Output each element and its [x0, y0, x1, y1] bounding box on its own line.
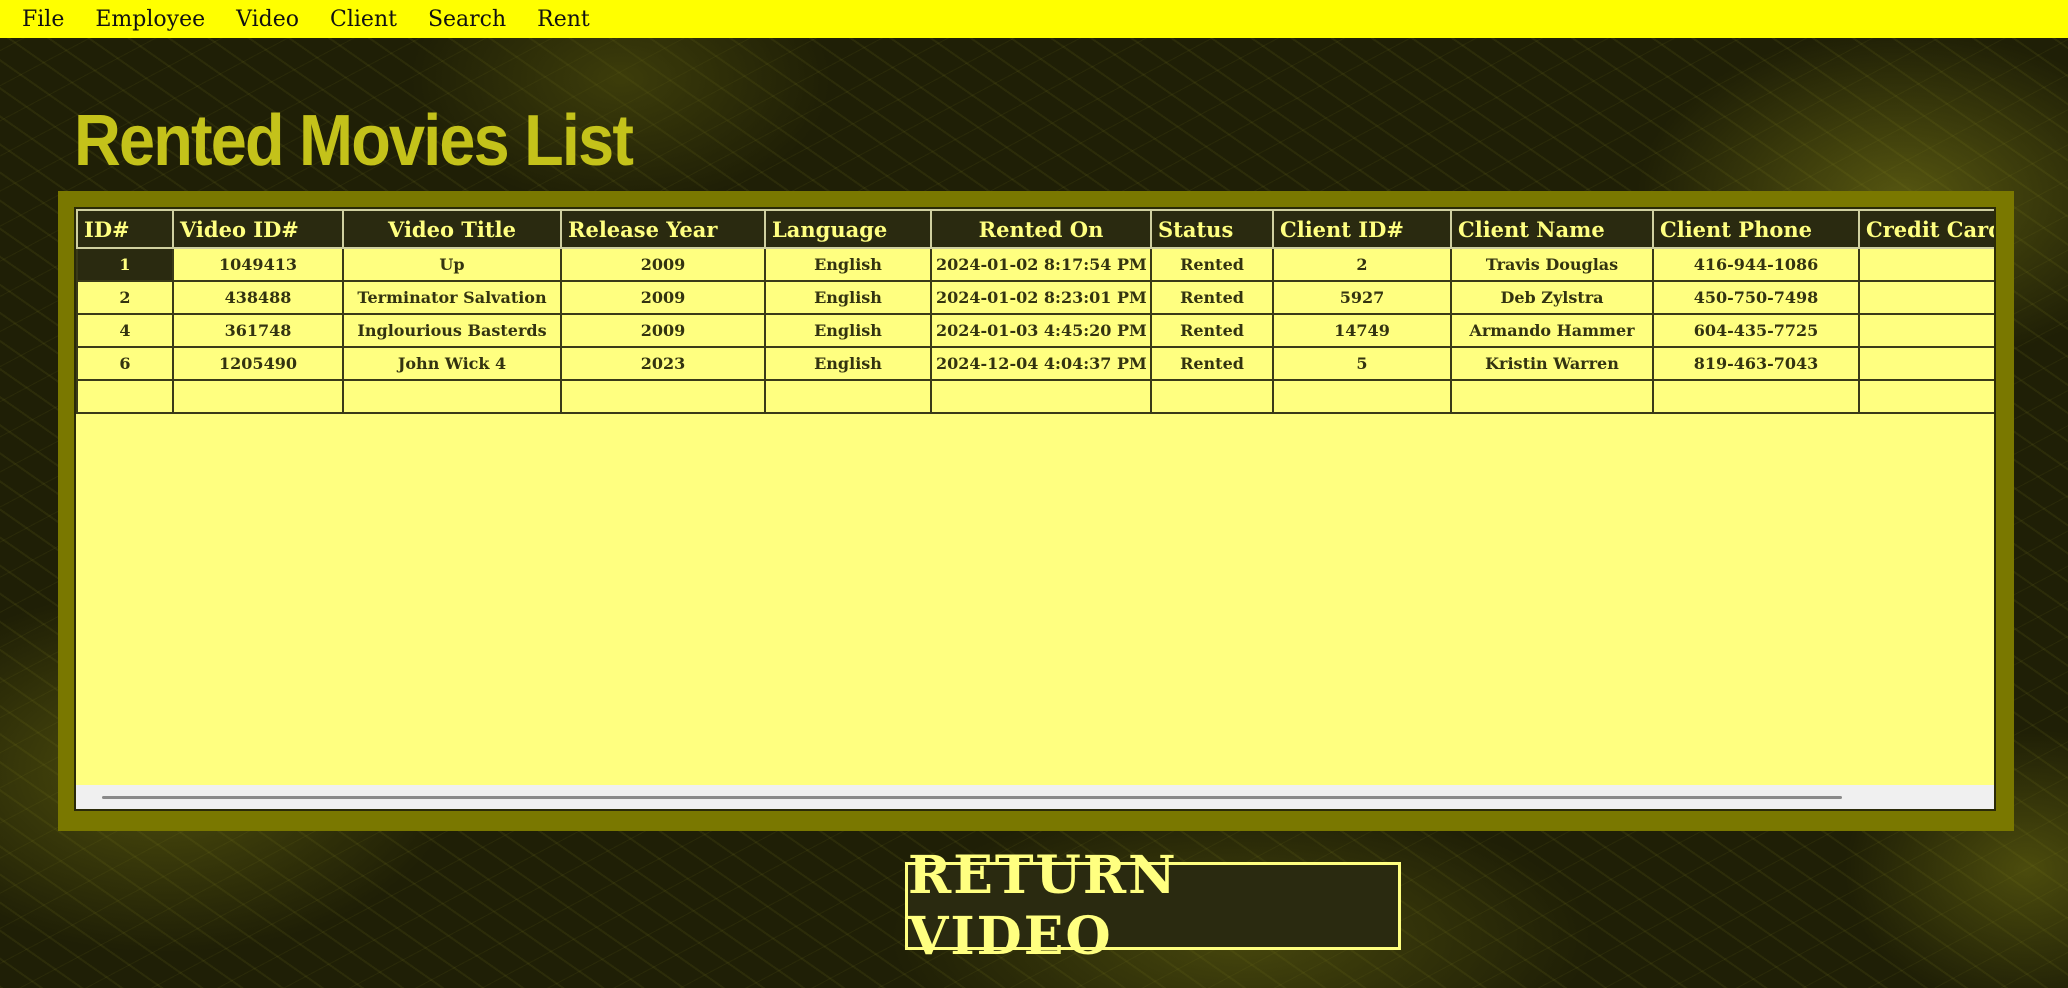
table-cell[interactable] — [342, 379, 562, 414]
menu-search[interactable]: Search — [428, 7, 522, 32]
table-cell[interactable] — [560, 379, 766, 414]
table-cell[interactable]: Travis Douglas — [1450, 247, 1654, 282]
table-cell[interactable]: Up — [342, 247, 562, 282]
table-cell[interactable] — [764, 379, 932, 414]
table-cell[interactable]: 14749 — [1272, 313, 1452, 348]
table-cell[interactable]: 01/2 — [1858, 346, 1994, 381]
column-header[interactable]: Client Name — [1450, 209, 1654, 249]
table-cell[interactable]: Inglourious Basterds — [342, 313, 562, 348]
column-header[interactable]: Language — [764, 209, 932, 249]
return-video-button-label: RETURN VIDEO — [908, 845, 1178, 967]
column-header[interactable]: ID# — [76, 209, 174, 249]
table-cell[interactable]: 2 — [76, 280, 174, 315]
table-cell[interactable]: 1 — [76, 247, 174, 282]
column-header[interactable]: Rented On — [930, 209, 1152, 249]
table-cell[interactable]: Rented — [1150, 346, 1274, 381]
menu-video[interactable]: Video — [236, 7, 315, 32]
table-cell[interactable] — [172, 379, 344, 414]
table-cell[interactable]: Terminator Salvation — [342, 280, 562, 315]
rented-movies-table[interactable]: ID# Video ID# Video Title Release Year Langu… — [74, 207, 1996, 811]
page-title: Rented Movies List — [74, 101, 634, 181]
menu-file[interactable]: File — [22, 7, 80, 32]
table-cell[interactable] — [1450, 379, 1654, 414]
table-cell[interactable] — [1858, 379, 1994, 414]
table-cell[interactable] — [1652, 379, 1860, 414]
table-cell[interactable]: 1205490 — [172, 346, 344, 381]
table-cell[interactable]: English — [764, 247, 932, 282]
table-row[interactable]: 6 1205490 John Wick 4 2023 English 2024-12-04… — [76, 346, 1994, 381]
table-cell[interactable]: 2023 — [560, 346, 766, 381]
rented-movies-grid: ID# Video ID# Video Title Release Year Langu… — [76, 209, 1994, 414]
table-cell[interactable]: 450-750-7498 — [1652, 280, 1860, 315]
menu-employee[interactable]: Employee — [95, 7, 221, 32]
return-video-button[interactable]: RETURN VIDEO — [905, 845, 1401, 967]
column-header[interactable]: Client Phone — [1652, 209, 1860, 249]
table-cell[interactable]: Rented — [1150, 313, 1274, 348]
column-header[interactable]: Video ID# — [172, 209, 344, 249]
table-cell[interactable]: Deb Zylstra — [1450, 280, 1654, 315]
table-cell[interactable]: Armando Hammer — [1450, 313, 1654, 348]
table-cell[interactable]: English — [764, 346, 932, 381]
table-cell[interactable]: Rented — [1150, 247, 1274, 282]
table-frame: ID# Video ID# Video Title Release Year Langu… — [58, 191, 2014, 831]
table-cell[interactable]: 2 — [1272, 247, 1452, 282]
table-cell[interactable]: 2009 — [560, 313, 766, 348]
table-cell[interactable]: 2024-12-04 4:04:37 PM — [930, 346, 1152, 381]
table-cell[interactable]: 09/2 — [1858, 247, 1994, 282]
table-cell[interactable]: 04/2 — [1858, 280, 1994, 315]
scrollbar-thumb[interactable] — [102, 796, 1842, 799]
table-cell[interactable]: 2024-01-03 4:45:20 PM — [930, 313, 1152, 348]
table-cell[interactable] — [1272, 379, 1452, 414]
table-cell[interactable]: 819-463-7043 — [1652, 346, 1860, 381]
menu-rent[interactable]: Rent — [537, 7, 606, 32]
table-cell[interactable]: 1049413 — [172, 247, 344, 282]
table-row[interactable]: 4 361748 Inglourious Basterds 2009 English 20… — [76, 313, 1994, 348]
table-cell[interactable]: 4 — [76, 313, 174, 348]
table-cell[interactable]: 604-435-7725 — [1652, 313, 1860, 348]
column-header[interactable]: Status — [1150, 209, 1274, 249]
table-cell[interactable]: 438488 — [172, 280, 344, 315]
table-header-row: ID# Video ID# Video Title Release Year Langu… — [76, 209, 1994, 249]
table-cell[interactable]: 2024-01-02 8:17:54 PM — [930, 247, 1152, 282]
table-cell[interactable]: Rented — [1150, 280, 1274, 315]
table-cell[interactable]: 2024-01-02 8:23:01 PM — [930, 280, 1152, 315]
table-cell[interactable]: 416-944-1086 — [1652, 247, 1860, 282]
table-cell[interactable]: English — [764, 313, 932, 348]
table-cell[interactable]: 5 — [1272, 346, 1452, 381]
table-cell[interactable]: 361748 — [172, 313, 344, 348]
column-header[interactable]: Credit Card — [1858, 209, 1994, 249]
table-cell[interactable]: English — [764, 280, 932, 315]
table-cell[interactable]: 2009 — [560, 247, 766, 282]
table-cell[interactable]: 5927 — [1272, 280, 1452, 315]
table-cell[interactable]: 05/2 — [1858, 313, 1994, 348]
column-header[interactable]: Release Year — [560, 209, 766, 249]
horizontal-scrollbar[interactable] — [76, 785, 1994, 809]
table-row[interactable]: 1 1049413 Up 2009 English 2024-01-02 8:17:54 … — [76, 247, 1994, 282]
table-cell[interactable] — [930, 379, 1152, 414]
table-cell[interactable] — [1150, 379, 1274, 414]
table-cell[interactable]: John Wick 4 — [342, 346, 562, 381]
menu-client[interactable]: Client — [330, 7, 413, 32]
table-cell[interactable]: 6 — [76, 346, 174, 381]
table-row[interactable] — [76, 379, 1994, 414]
table-cell[interactable]: Kristin Warren — [1450, 346, 1654, 381]
menu-bar: File Employee Video Client Search Rent — [0, 0, 2068, 38]
column-header[interactable]: Client ID# — [1272, 209, 1452, 249]
column-header[interactable]: Video Title — [342, 209, 562, 249]
table-cell[interactable] — [76, 379, 174, 414]
table-row[interactable]: 2 438488 Terminator Salvation 2009 English 20… — [76, 280, 1994, 315]
table-cell[interactable]: 2009 — [560, 280, 766, 315]
